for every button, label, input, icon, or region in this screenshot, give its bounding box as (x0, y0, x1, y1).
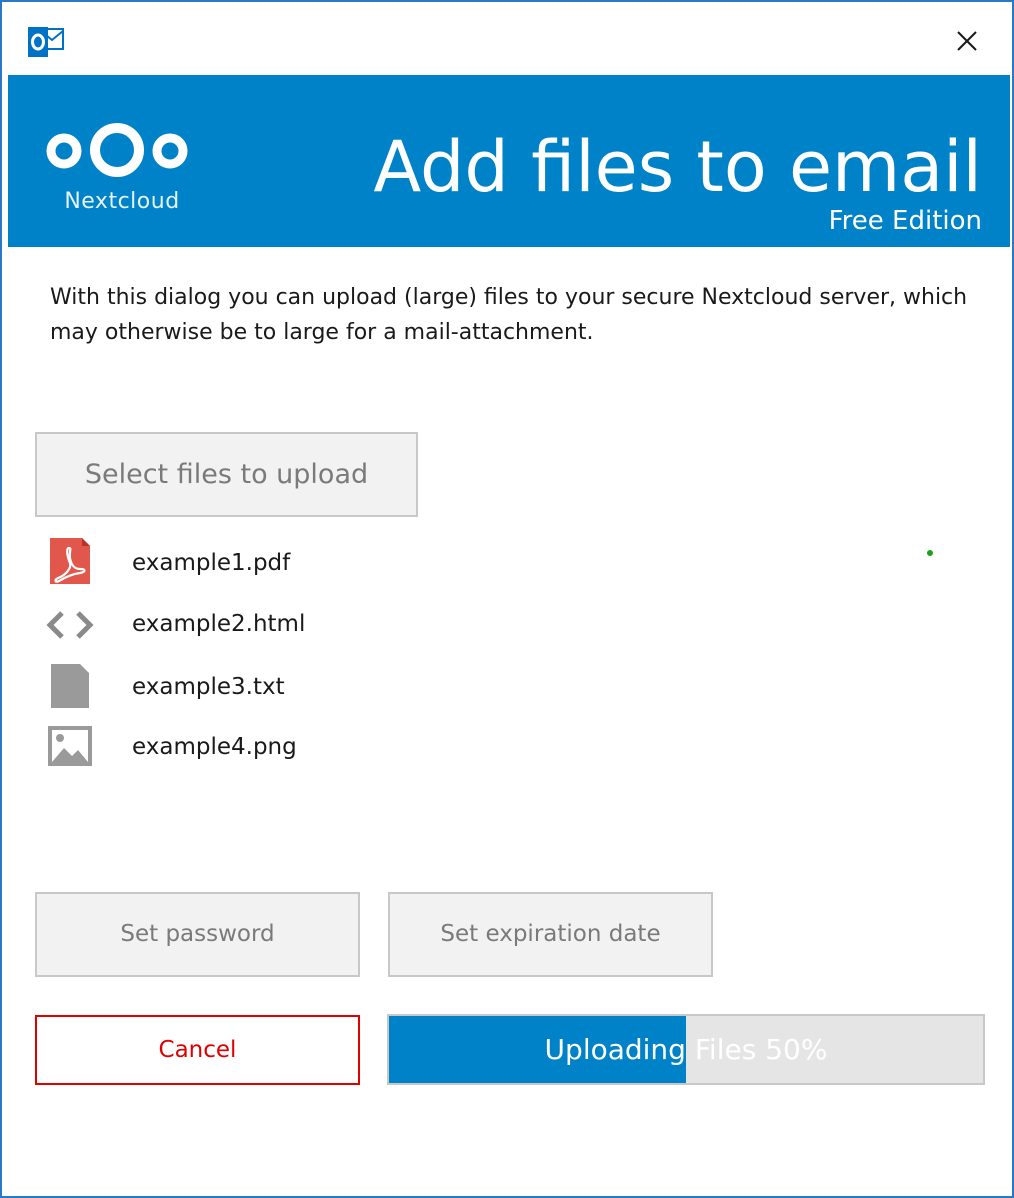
edition-label: Free Edition (828, 206, 982, 236)
file-name: example3.txt (132, 674, 285, 700)
dialog-window: Nextcloud Add files to email Free Editio… (0, 0, 1014, 1198)
list-item: example1.pdf (42, 538, 642, 590)
list-item: example2.html (42, 599, 642, 651)
text-file-icon (51, 664, 89, 708)
set-password-button[interactable]: Set password (35, 892, 360, 977)
close-icon[interactable] (942, 22, 992, 62)
outlook-icon (28, 27, 64, 57)
header-banner: Nextcloud Add files to email Free Editio… (8, 75, 1010, 247)
cancel-button[interactable]: Cancel (35, 1015, 360, 1085)
progress-label: Uploading Files 50% (544, 1033, 828, 1066)
nextcloud-logo-icon (46, 123, 188, 177)
image-icon (48, 726, 92, 766)
status-indicator (927, 550, 933, 556)
nextcloud-wordmark: Nextcloud (64, 189, 180, 214)
set-expiration-date-button[interactable]: Set expiration date (388, 892, 713, 977)
file-name: example2.html (132, 611, 306, 637)
list-item: example4.png (42, 722, 642, 774)
select-files-button[interactable]: Select files to upload (35, 432, 418, 517)
file-name: example4.png (132, 734, 297, 760)
page-title: Add files to email (373, 126, 982, 208)
pdf-icon (50, 538, 90, 584)
file-name: example1.pdf (132, 550, 291, 576)
title-bar (2, 2, 1012, 75)
intro-text: With this dialog you can upload (large) … (50, 285, 968, 345)
upload-progress-bar: Uploading Files 50% (387, 1014, 985, 1085)
list-item: example3.txt (42, 662, 642, 714)
code-icon (46, 611, 94, 639)
